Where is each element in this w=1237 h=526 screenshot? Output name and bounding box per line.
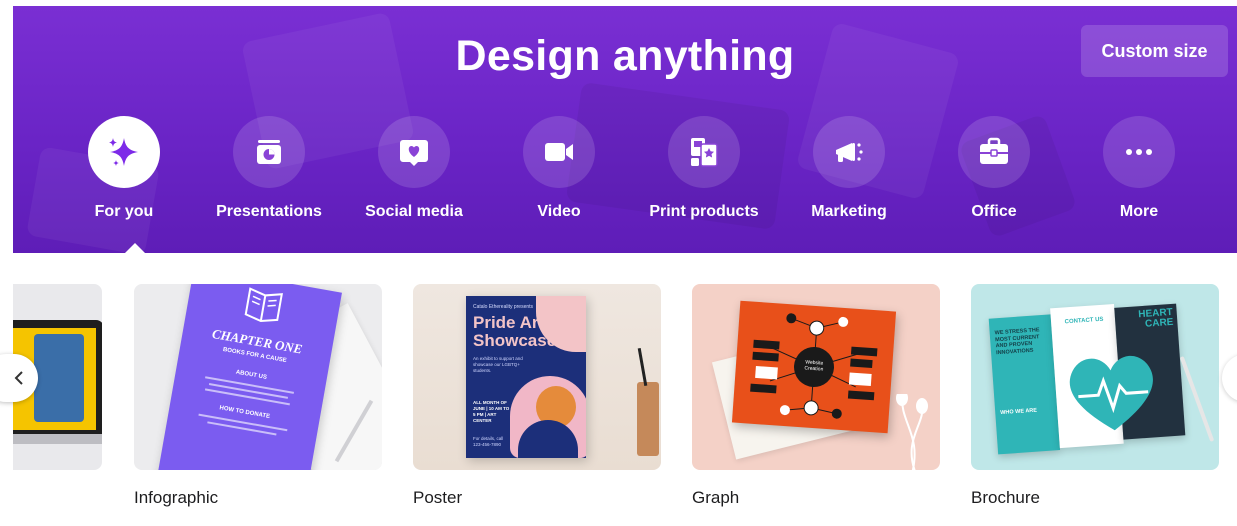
category-label: Office	[971, 203, 1017, 220]
category-label: For you	[94, 203, 154, 220]
category-label: Presentations	[216, 203, 322, 220]
category-print-products[interactable]: Print products	[629, 116, 779, 221]
category-label: Video	[537, 203, 581, 220]
poster-title-line1: Pride Art	[473, 313, 545, 332]
chevron-left-icon	[14, 371, 23, 385]
category-marketing[interactable]: Marketing	[774, 116, 924, 221]
hero-banner: Design anything Custom size For you Pres…	[13, 6, 1237, 253]
card-label: Graph	[692, 488, 740, 507]
category-label: More	[1119, 203, 1159, 220]
custom-size-button[interactable]: Custom size	[1081, 25, 1228, 77]
category-social-media[interactable]: Social media	[339, 116, 489, 221]
infographic-preview: CHAPTER ONE BOOKS FOR A CAUSE ABOUT US H…	[156, 284, 342, 470]
design-card-poster[interactable]: Catalo Ethereality presents Pride Art Sh…	[413, 284, 661, 508]
earphones-image	[896, 394, 928, 470]
print-products-icon	[668, 116, 740, 188]
pencil-cup	[637, 382, 659, 456]
card-thumbnail: CHAPTER ONE BOOKS FOR A CAUSE ABOUT US H…	[134, 284, 382, 470]
sparkle-icon	[88, 116, 160, 188]
poster-kicker: Catalo Ethereality presents	[473, 304, 534, 310]
card-label: Poster	[413, 488, 463, 507]
design-card-graph[interactable]: Website Creation Graph	[692, 284, 940, 508]
card-thumbnail: Website Creation	[692, 284, 940, 470]
card-thumbnail: WE STRESS THE MOST CURRENT AND PROVEN IN…	[971, 284, 1219, 470]
category-more[interactable]: More	[1064, 116, 1214, 221]
category-label: Marketing	[811, 203, 887, 220]
category-label: Print products	[649, 203, 759, 220]
brochure-preview: WE STRESS THE MOST CURRENT AND PROVEN IN…	[988, 300, 1186, 455]
poster-contact: For details, call 123-456-7890	[473, 436, 504, 447]
design-type-carousel: CHAPTER ONE BOOKS FOR A CAUSE ABOUT US H…	[13, 284, 1237, 526]
card-thumbnail: Catalo Ethereality presents Pride Art Sh…	[413, 284, 661, 470]
poster-title-line2: Showcase	[473, 331, 557, 350]
design-card-infographic[interactable]: CHAPTER ONE BOOKS FOR A CAUSE ABOUT US H…	[134, 284, 382, 508]
brochure-left-heading: WE STRESS THE MOST CURRENT AND PROVEN IN…	[994, 327, 1040, 356]
category-for-you[interactable]: For you	[49, 116, 199, 221]
megaphone-icon	[813, 116, 885, 188]
category-video[interactable]: Video	[484, 116, 634, 221]
page-title: Design anything	[455, 32, 795, 80]
presentation-icon	[233, 116, 305, 188]
poster-blurb: An exhibit to support and showcase our L…	[473, 356, 523, 373]
poster-preview: Catalo Ethereality presents Pride Art Sh…	[466, 296, 586, 458]
more-dots-icon	[1103, 116, 1175, 188]
poster-dates: ALL MONTH OF JUNE | 10 AM TO 5 PM | ART …	[473, 400, 510, 423]
briefcase-icon	[958, 116, 1030, 188]
heart-chat-icon	[378, 116, 450, 188]
card-label: Brochure	[971, 488, 1040, 507]
book-icon	[244, 287, 283, 323]
category-presentations[interactable]: Presentations	[194, 116, 344, 221]
video-camera-icon	[523, 116, 595, 188]
brochure-right-heading: HEART CARE	[1137, 306, 1174, 330]
category-label: Social media	[365, 203, 463, 220]
heart-icon	[1069, 356, 1153, 431]
category-office[interactable]: Office	[919, 116, 1069, 221]
card-label: Infographic	[134, 488, 219, 507]
active-category-pointer	[124, 243, 146, 253]
design-card-brochure[interactable]: WE STRESS THE MOST CURRENT AND PROVEN IN…	[971, 284, 1219, 508]
graph-preview: Website Creation	[731, 300, 897, 434]
poster-title: Pride Art Showcase	[473, 314, 556, 350]
graph-center-label: Website Creation	[804, 359, 824, 373]
